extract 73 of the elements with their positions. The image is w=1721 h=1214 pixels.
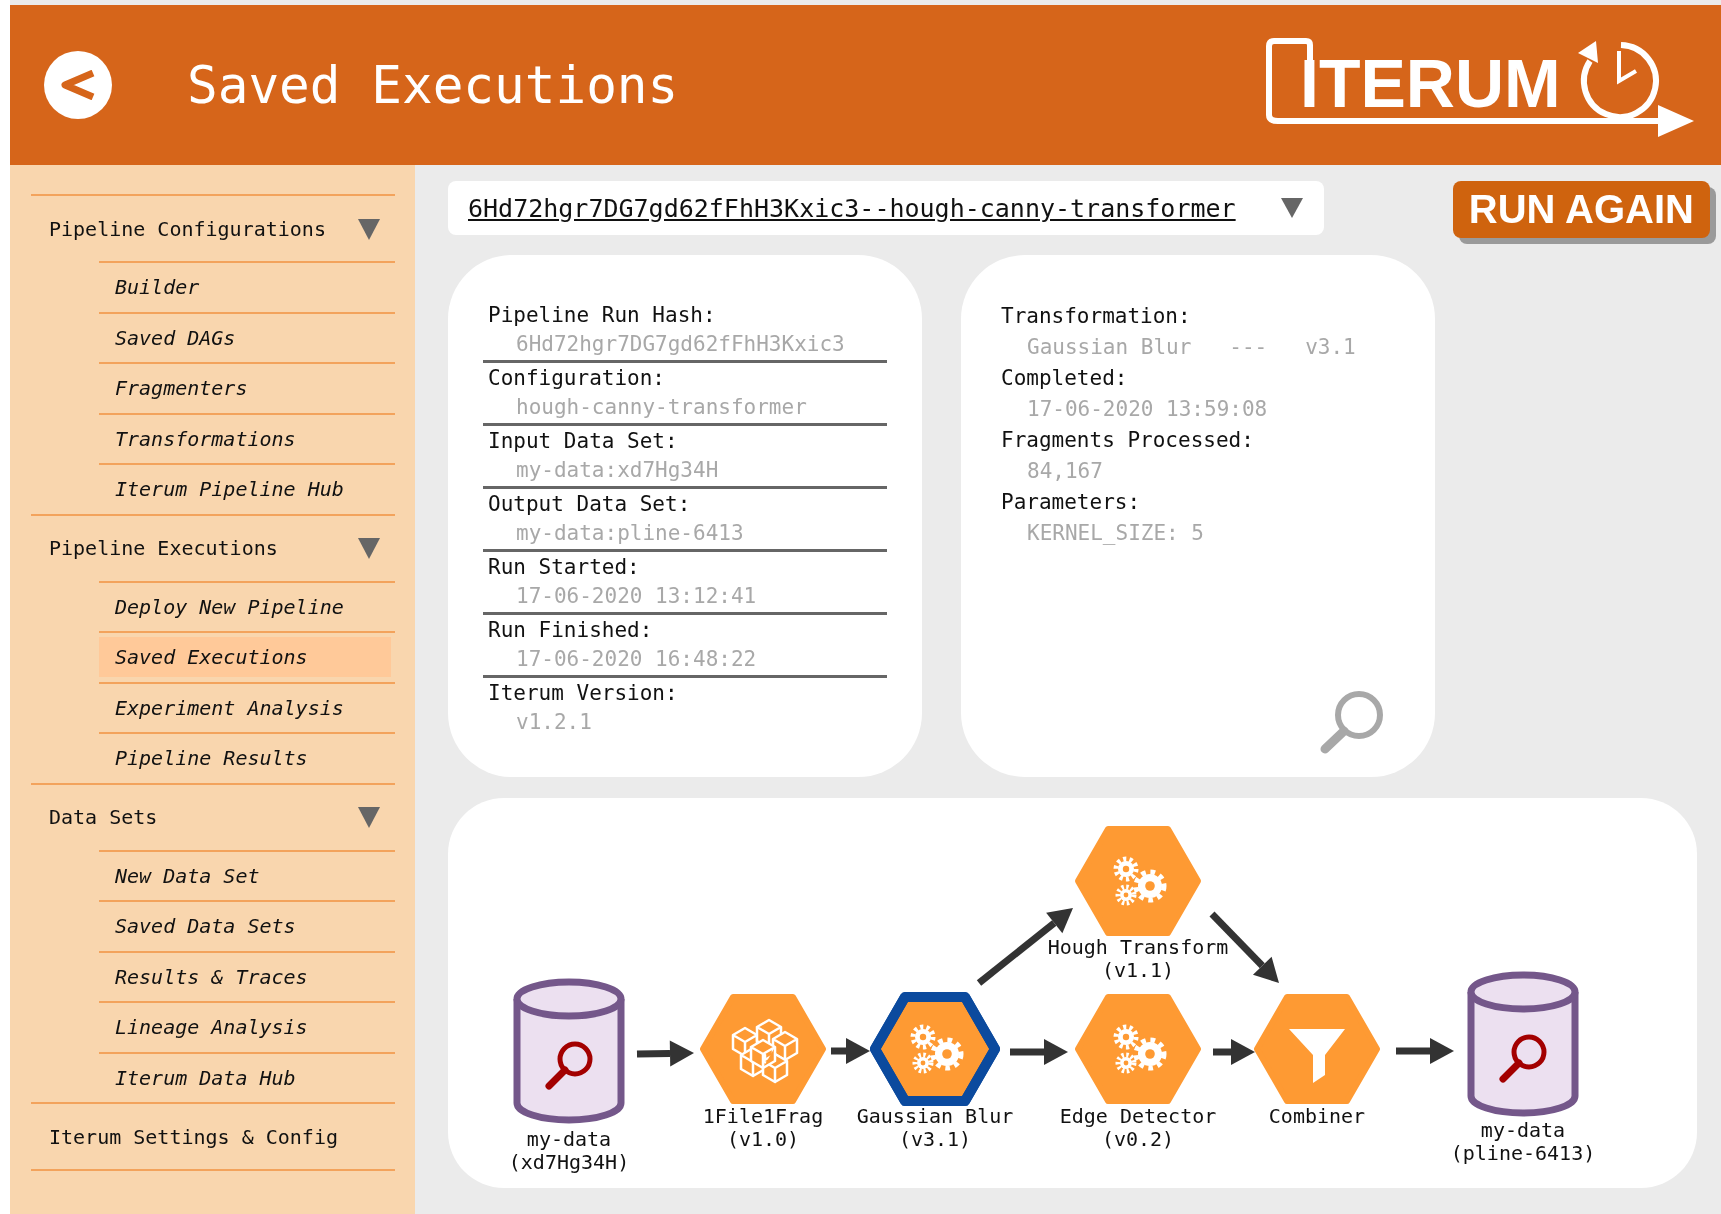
node-version: (v0.2) xyxy=(1101,1127,1175,1151)
field-label: Run Finished: xyxy=(487,617,654,644)
sidebar-item[interactable]: Transformations xyxy=(99,418,391,459)
search-icon[interactable] xyxy=(1319,689,1385,755)
sidebar-item[interactable]: Fragmenters xyxy=(99,368,391,409)
field-value: my-data:xd7Hg34H xyxy=(515,457,720,484)
field-label: Iterum Version: xyxy=(487,680,679,707)
node-version: (v1.0) xyxy=(726,1127,800,1151)
node-version: (xd7Hg34H) xyxy=(508,1150,630,1174)
node-hexagon[interactable] xyxy=(1075,826,1201,936)
node-version: (v1.1) xyxy=(1101,958,1175,982)
sidebar-item[interactable]: Saved Executions xyxy=(99,637,391,678)
sidebar-item[interactable]: Lineage Analysis xyxy=(99,1007,391,1048)
sidebar-section[interactable]: Data Sets xyxy=(49,805,158,829)
sidebar-item[interactable]: Results & Traces xyxy=(99,956,391,997)
caret-icon xyxy=(1280,197,1304,219)
node-label: Edge Detector xyxy=(1059,1104,1217,1128)
sidebar-item[interactable]: Experiment Analysis xyxy=(99,687,391,728)
field-label: Output Data Set: xyxy=(487,491,692,518)
sidebar-item[interactable]: Iterum Data Hub xyxy=(99,1057,391,1098)
gears-icon xyxy=(1113,856,1167,906)
sidebar-item[interactable]: Builder xyxy=(99,267,391,308)
arrow xyxy=(636,1040,694,1067)
field-label: Input Data Set: xyxy=(487,428,679,455)
sidebar-item[interactable]: Saved DAGs xyxy=(99,317,391,358)
node-label: my-data xyxy=(526,1127,612,1151)
back-icon xyxy=(59,70,97,100)
node-label: Combiner xyxy=(1268,1104,1366,1128)
field-label: Transformation: xyxy=(1001,303,1192,330)
node-label: Gaussian Blur xyxy=(856,1104,1014,1128)
field-value: my-data:pline-6413 xyxy=(515,520,745,547)
field-label: Run Started: xyxy=(487,554,641,581)
sidebar-item[interactable]: Saved Data Sets xyxy=(99,906,391,947)
sidebar-section[interactable]: Iterum Settings & Config xyxy=(49,1124,338,1149)
node-label: my-data xyxy=(1480,1118,1566,1142)
gears-icon xyxy=(910,1024,964,1074)
sidebar-item[interactable]: Pipeline Results xyxy=(99,738,391,779)
field-value: 6Hd72hgr7DG7gd62fFhH3Kxic3 xyxy=(515,331,846,358)
node-label: Hough Transform xyxy=(1047,935,1229,959)
node-version: (pline-6413) xyxy=(1450,1141,1596,1165)
database-icon[interactable] xyxy=(513,978,625,1124)
field-value: hough-canny-transformer xyxy=(515,394,808,421)
sidebar-item[interactable]: Deploy New Pipeline xyxy=(99,586,391,627)
funnel-icon xyxy=(1289,1029,1345,1083)
node-version: (v3.1) xyxy=(898,1127,972,1151)
field-value: 17-06-2020 13:59:08 xyxy=(1026,396,1269,423)
sidebar-item[interactable]: New Data Set xyxy=(99,855,391,896)
logo-text: ITERUM xyxy=(1300,44,1561,121)
field-label: Parameters: xyxy=(1001,489,1142,516)
sidebar-item[interactable]: Iterum Pipeline Hub xyxy=(99,469,391,510)
caret-icon[interactable] xyxy=(357,805,381,829)
node-hexagon[interactable] xyxy=(1075,994,1201,1104)
page-title: Saved Executions xyxy=(187,55,679,115)
field-label: Configuration: xyxy=(487,365,666,392)
field-value: v1.2.1 xyxy=(515,709,593,736)
field-label: Completed: xyxy=(1001,365,1129,392)
node-label: 1File1Frag xyxy=(702,1104,824,1128)
field-value: 17-06-2020 13:12:41 xyxy=(515,583,758,610)
database-icon[interactable] xyxy=(1467,971,1579,1117)
caret-icon[interactable] xyxy=(357,216,381,241)
field-label: Fragments Processed: xyxy=(1001,427,1255,454)
selected-node-hexagon[interactable] xyxy=(870,992,1000,1106)
field-value: KERNEL_SIZE: 5 xyxy=(1026,520,1205,547)
gears-icon xyxy=(1113,1024,1167,1074)
field-label: Pipeline Run Hash: xyxy=(487,302,717,329)
sidebar-section[interactable]: Pipeline Executions xyxy=(49,536,278,560)
field-value: 84,167 xyxy=(1026,458,1104,485)
run-dropdown[interactable]: 6Hd72hgr7DG7gd62fFhH3Kxic3--hough-canny-transformer xyxy=(448,181,1324,235)
caret-icon[interactable] xyxy=(357,536,381,560)
sidebar-section[interactable]: Pipeline Configurations xyxy=(49,216,326,241)
cubes-icon xyxy=(731,1018,799,1084)
field-value: 17-06-2020 16:48:22 xyxy=(515,646,758,673)
field-value: Gaussian Blur --- v3.1 xyxy=(1026,334,1357,361)
